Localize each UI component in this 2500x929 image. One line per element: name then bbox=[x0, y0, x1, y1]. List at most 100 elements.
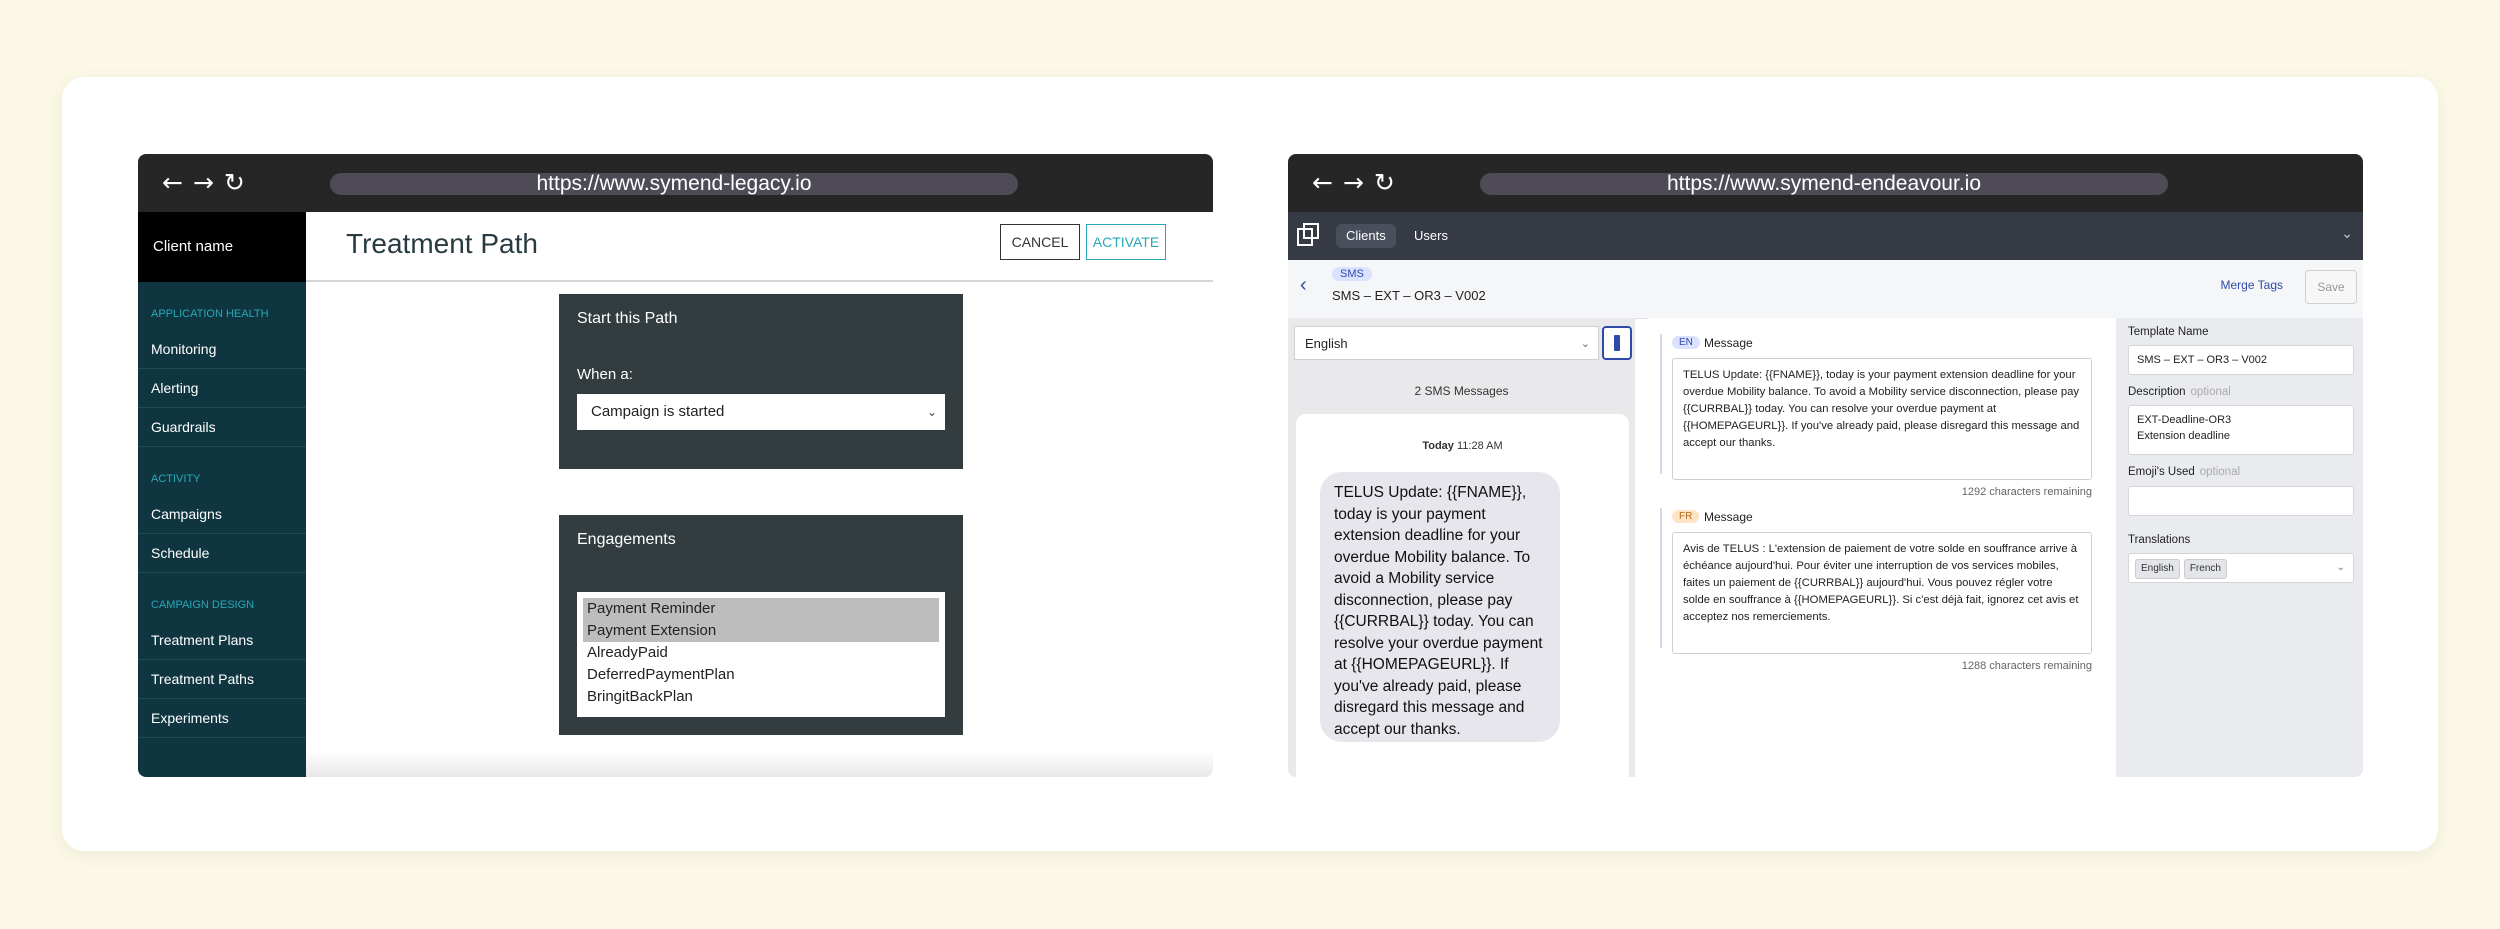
back-arrow-icon[interactable]: ← bbox=[162, 168, 187, 197]
sidebar-item-treatment-paths[interactable]: Treatment Paths bbox=[138, 660, 306, 699]
message-block-fr: FR Message Avis de TELUS : L'extension d… bbox=[1660, 508, 2100, 672]
description-label: Description optional bbox=[2128, 386, 2231, 398]
translation-chip-french[interactable]: French bbox=[2183, 559, 2227, 579]
translation-chip-english[interactable]: English bbox=[2135, 559, 2180, 579]
chevron-down-icon: ⌄ bbox=[926, 405, 937, 419]
translations-select[interactable]: English French ⌄ bbox=[2128, 553, 2354, 583]
timestamp-time: 11:28 AM bbox=[1456, 440, 1503, 452]
endeavour-browser-window: ← → ↻ https://www.symend-endeavour.io Clie… bbox=[1288, 154, 2363, 777]
engagements-title: Engagements bbox=[577, 531, 676, 548]
template-settings-column: Template Name SMS – EXT – OR3 – V002 Des… bbox=[2116, 318, 2363, 777]
message-header: EN Message bbox=[1660, 334, 2100, 356]
legacy-sidebar: Client name APPLICATION HEALTH Monitorin… bbox=[138, 212, 306, 777]
merge-tags-button[interactable]: Merge Tags bbox=[2221, 278, 2283, 292]
template-name-label: Template Name bbox=[2128, 326, 2209, 338]
template-title: SMS – EXT – OR3 – V002 bbox=[1332, 288, 1486, 303]
message-block-en: EN Message TELUS Update: {{FNAME}}, toda… bbox=[1660, 334, 2100, 498]
address-bar[interactable]: https://www.symend-legacy.io bbox=[330, 173, 1018, 195]
page-title: Treatment Path bbox=[346, 228, 538, 259]
browser-titlebar: ← → ↻ https://www.symend-legacy.io bbox=[138, 154, 1213, 212]
timestamp-day: Today bbox=[1422, 440, 1454, 452]
description-label-text: Description bbox=[2128, 386, 2186, 398]
characters-remaining: 1288 characters remaining bbox=[1961, 660, 2092, 672]
emoji-input[interactable] bbox=[2128, 486, 2354, 516]
chevron-down-icon: ⌄ bbox=[2336, 562, 2345, 573]
characters-remaining: 1292 characters remaining bbox=[1961, 486, 2092, 498]
language-select-value: English bbox=[1305, 336, 1348, 351]
bottom-fade bbox=[306, 751, 1213, 777]
phone-preview-toggle[interactable] bbox=[1602, 326, 1632, 360]
activate-button[interactable]: ACTIVATE bbox=[1086, 224, 1166, 260]
sidebar-item-experiments[interactable]: Experiments bbox=[138, 699, 306, 738]
chevron-down-icon: ⌄ bbox=[1580, 338, 1590, 350]
chevron-down-icon[interactable]: ⌄ bbox=[2341, 225, 2353, 242]
list-item[interactable]: AlreadyPaid bbox=[583, 642, 939, 664]
save-button[interactable]: Save bbox=[2305, 270, 2357, 304]
template-name-input[interactable]: SMS – EXT – OR3 – V002 bbox=[2128, 345, 2354, 375]
engagements-listbox[interactable]: Payment Reminder Payment Extension Alrea… bbox=[577, 592, 945, 717]
emoji-label: Emoji's Used optional bbox=[2128, 466, 2240, 478]
browser-nav: ← → ↻ bbox=[1312, 168, 1405, 197]
browser-titlebar: ← → ↻ https://www.symend-endeavour.io bbox=[1288, 154, 2363, 212]
cancel-button[interactable]: CANCEL bbox=[1000, 224, 1080, 260]
sidebar-item-guardrails[interactable]: Guardrails bbox=[138, 408, 306, 447]
message-textarea[interactable]: Avis de TELUS : L'extension de paiement … bbox=[1672, 532, 2092, 654]
start-path-panel: Start this Path When a: Campaign is star… bbox=[559, 294, 963, 469]
sidebar-item-monitoring[interactable]: Monitoring bbox=[138, 330, 306, 369]
sidebar-item-treatment-plans[interactable]: Treatment Plans bbox=[138, 621, 306, 660]
language-badge: FR bbox=[1672, 510, 1700, 523]
message-label: Message bbox=[1704, 336, 1753, 350]
legacy-browser-window: ← → ↻ https://www.symend-legacy.io Client … bbox=[138, 154, 1213, 777]
sms-bubble: TELUS Update: {{FNAME}}, today is your p… bbox=[1320, 472, 1560, 742]
forward-arrow-icon[interactable]: → bbox=[1343, 168, 1368, 197]
reload-icon[interactable]: ↻ bbox=[224, 168, 249, 197]
sidebar-section-activity: ACTIVITY bbox=[151, 473, 201, 485]
translations-label: Translations bbox=[2128, 534, 2191, 546]
legacy-main: Treatment Path CANCEL ACTIVATE Start thi… bbox=[306, 212, 1213, 777]
message-header: FR Message bbox=[1660, 508, 2100, 530]
browser-nav: ← → ↻ bbox=[162, 168, 255, 197]
when-label: When a: bbox=[577, 366, 633, 383]
client-name[interactable]: Client name bbox=[138, 212, 306, 282]
reload-icon[interactable]: ↻ bbox=[1374, 168, 1399, 197]
back-arrow-icon[interactable]: ← bbox=[1312, 168, 1337, 197]
emoji-hint: optional bbox=[2199, 466, 2241, 478]
tab-clients[interactable]: Clients bbox=[1336, 224, 1396, 248]
trigger-select-value: Campaign is started bbox=[591, 403, 725, 420]
sidebar-item-alerting[interactable]: Alerting bbox=[138, 369, 306, 408]
tab-users[interactable]: Users bbox=[1404, 224, 1458, 248]
language-badge: EN bbox=[1672, 336, 1700, 349]
list-item[interactable]: DeferredPaymentPlan bbox=[583, 664, 939, 686]
phone-preview: Today 11:28 AM TELUS Update: {{FNAME}}, … bbox=[1296, 414, 1629, 777]
app-logo-icon[interactable] bbox=[1296, 222, 1320, 248]
channel-badge: SMS bbox=[1332, 267, 1372, 281]
list-item[interactable]: Payment Reminder bbox=[583, 598, 939, 620]
description-hint: optional bbox=[2190, 386, 2231, 398]
list-item[interactable]: BringitBackPlan bbox=[583, 686, 939, 708]
sidebar-item-campaigns[interactable]: Campaigns bbox=[138, 495, 306, 534]
address-bar[interactable]: https://www.symend-endeavour.io bbox=[1480, 173, 2168, 195]
template-header: ‹ SMS SMS – EXT – OR3 – V002 Merge Tags … bbox=[1288, 260, 2363, 319]
emoji-label-text: Emoji's Used bbox=[2128, 466, 2195, 478]
list-item[interactable]: Payment Extension bbox=[583, 620, 939, 642]
back-chevron-icon[interactable]: ‹ bbox=[1300, 274, 1307, 297]
app-topbar: Clients Users ⌄ bbox=[1288, 212, 2363, 260]
sidebar-item-schedule[interactable]: Schedule bbox=[138, 534, 306, 573]
forward-arrow-icon[interactable]: → bbox=[193, 168, 218, 197]
sidebar-section-application-health: APPLICATION HEALTH bbox=[151, 308, 269, 320]
start-path-title: Start this Path bbox=[577, 310, 678, 327]
trigger-select[interactable]: Campaign is started ⌄ bbox=[577, 394, 945, 430]
preview-column: English ⌄ 2 SMS Messages Today 11:28 AM … bbox=[1288, 318, 1635, 777]
message-label: Message bbox=[1704, 510, 1753, 524]
template-name-label-text: Template Name bbox=[2128, 326, 2209, 338]
sidebar-section-campaign-design: CAMPAIGN DESIGN bbox=[151, 599, 255, 611]
engagements-panel: Engagements Payment Reminder Payment Ext… bbox=[559, 515, 963, 735]
phone-icon bbox=[1614, 335, 1620, 351]
description-textarea[interactable]: EXT-Deadline-OR3 Extension deadline bbox=[2128, 405, 2354, 455]
sms-count: 2 SMS Messages bbox=[1414, 384, 1509, 398]
header-divider bbox=[306, 280, 1213, 282]
language-select[interactable]: English ⌄ bbox=[1294, 326, 1599, 360]
message-textarea[interactable]: TELUS Update: {{FNAME}}, today is your p… bbox=[1672, 358, 2092, 480]
message-editor-column: EN Message TELUS Update: {{FNAME}}, toda… bbox=[1648, 318, 2116, 777]
message-timestamp: Today 11:28 AM bbox=[1296, 440, 1629, 452]
